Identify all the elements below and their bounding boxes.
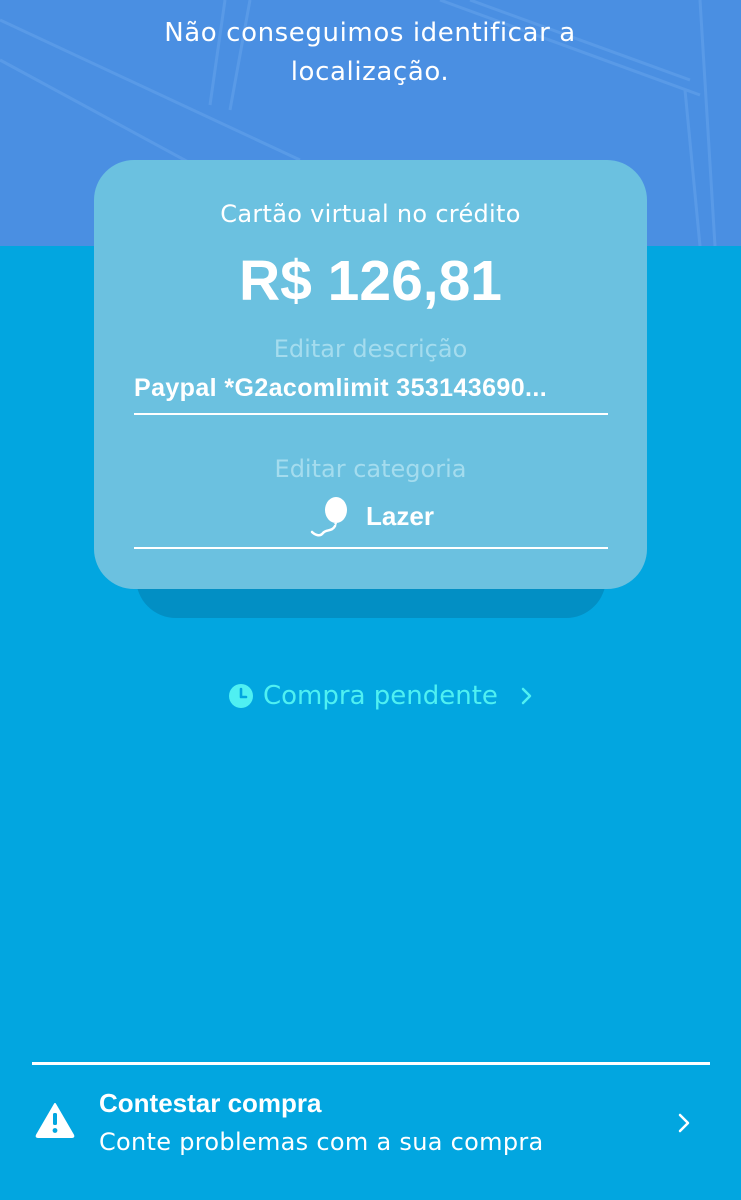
warning-icon <box>35 1103 75 1138</box>
balloon-icon <box>310 497 348 537</box>
contest-subtitle: Conte problemas com a sua compra <box>99 1128 544 1156</box>
clock-icon <box>229 684 253 708</box>
transaction-card: Cartão virtual no crédito R$ 126,81 Edit… <box>94 160 647 589</box>
location-message: Não conseguimos identificar a localizaçã… <box>164 18 576 87</box>
edit-category-label: Editar categoria <box>274 455 467 483</box>
contest-title: Contestar compra <box>99 1088 322 1118</box>
chevron-right-icon <box>678 1113 690 1133</box>
category-underline <box>134 547 608 549</box>
transaction-amount: R$ 126,81 <box>238 249 503 313</box>
description-field[interactable]: Paypal *G2acomlimit 353143690... <box>134 374 608 403</box>
section-divider <box>32 1062 710 1065</box>
description-underline <box>134 413 608 415</box>
edit-description-label: Editar descrição <box>273 335 468 363</box>
pending-status-link[interactable]: Compra pendente <box>228 676 534 716</box>
category-field[interactable]: Lazer <box>134 494 608 538</box>
chevron-right-icon <box>521 687 532 705</box>
contest-purchase-row[interactable]: Contestar compra Conte problemas com a s… <box>0 1066 741 1200</box>
category-value: Lazer <box>366 500 434 531</box>
pending-status-label: Compra pendente <box>263 681 498 711</box>
card-type-label: Cartão virtual no crédito <box>220 200 521 228</box>
